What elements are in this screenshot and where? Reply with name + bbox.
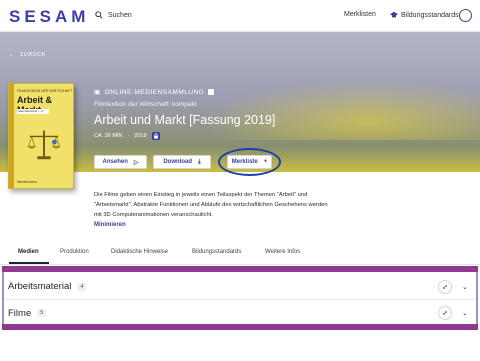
sesam-logo[interactable]: SESAM	[9, 7, 89, 27]
top-navigation: SESAM Suchen Merklisten Bildungsstandard…	[0, 0, 480, 32]
media-meta: CA. 26 MIN · 2019	[94, 132, 160, 140]
description-text: Die Filme geben einen Einstieg in jeweil…	[94, 192, 328, 218]
cover-publisher: Westermann	[17, 180, 37, 184]
play-icon: ▷	[133, 159, 139, 166]
tab-didaktische-hinweise[interactable]: Didaktische Hinweise	[111, 249, 168, 255]
dvd-cover: FILMLEXIKON DER WIRTSCHAFT Arbeit & Mark…	[8, 83, 74, 189]
tab-bildungsstandards[interactable]: Bildungsstandards	[192, 249, 241, 255]
count-badge: 4	[77, 282, 87, 291]
tab-medien[interactable]: Medien	[18, 249, 39, 255]
minimize-link[interactable]: Minimieren	[94, 222, 126, 228]
hero-background-image	[200, 80, 480, 140]
info-icon	[208, 89, 215, 95]
chevron-down-icon[interactable]: ⌄	[462, 283, 468, 291]
ansehen-label: Ansehen	[102, 159, 128, 165]
duration: CA. 26 MIN	[94, 133, 123, 139]
search-icon	[95, 11, 103, 19]
expand-icon[interactable]	[438, 279, 452, 294]
scale-illustration	[26, 130, 62, 160]
search-label: Suchen	[108, 11, 132, 19]
merklisten-link[interactable]: Merklisten	[344, 11, 376, 18]
user-account-icon[interactable]	[459, 9, 472, 22]
count-badge: 5	[37, 309, 47, 317]
download-label: Download	[163, 159, 192, 165]
highlight-band-top	[2, 266, 478, 272]
license-icon	[151, 132, 160, 140]
back-label: ZURÜCK	[20, 52, 46, 58]
download-button[interactable]: Download ⤓	[153, 155, 211, 169]
cover-spine	[9, 84, 14, 188]
tab-produktion[interactable]: Produktion	[60, 249, 89, 255]
separator: ·	[127, 133, 130, 139]
tab-weitere-infos[interactable]: Weitere Infos	[265, 249, 300, 255]
arrow-left-icon: ←	[9, 52, 15, 58]
accordion-label: Filme	[8, 307, 32, 319]
highlight-ring	[218, 148, 281, 176]
chevron-down-icon[interactable]: ⌄	[462, 309, 468, 317]
bildungsstandards-link[interactable]: Bildungsstandards	[390, 11, 459, 19]
search-link[interactable]: Suchen	[95, 11, 132, 19]
ansehen-button[interactable]: Ansehen ▷	[94, 155, 147, 169]
back-link[interactable]: ← ZURÜCK	[9, 52, 46, 58]
download-icon: ⤓	[198, 158, 201, 165]
collection-tag: ▣ ONLINE-MEDIENSAMMLUNG	[94, 88, 215, 96]
accordion-filme[interactable]: Filme 5 ⌄	[4, 300, 476, 326]
bildungsstandards-label: Bildungsstandards	[401, 11, 459, 19]
year: 2019	[134, 133, 147, 139]
accordion-label: Arbeitsmaterial	[8, 281, 72, 292]
accordion-arbeitsmaterial[interactable]: Arbeitsmaterial 4 ⌄	[4, 274, 476, 300]
cover-badge: Sekundarstufe I - II	[17, 109, 49, 114]
tab-bar: Medien Produktion Didaktische Hinweise B…	[0, 243, 480, 265]
page-title: Arbeit und Markt [Fassung 2019]	[94, 113, 276, 127]
collection-label: ONLINE-MEDIENSAMMLUNG	[104, 88, 205, 96]
cover-series: FILMLEXIKON DER WIRTSCHAFT	[17, 89, 73, 93]
collection-icon: ▣	[94, 89, 101, 96]
expand-icon[interactable]	[438, 306, 452, 320]
series-subtitle: Filmlexikon der Wirtschaft: kompakt	[94, 101, 197, 108]
graduation-cap-icon	[390, 11, 398, 18]
active-tab-indicator	[9, 262, 49, 264]
